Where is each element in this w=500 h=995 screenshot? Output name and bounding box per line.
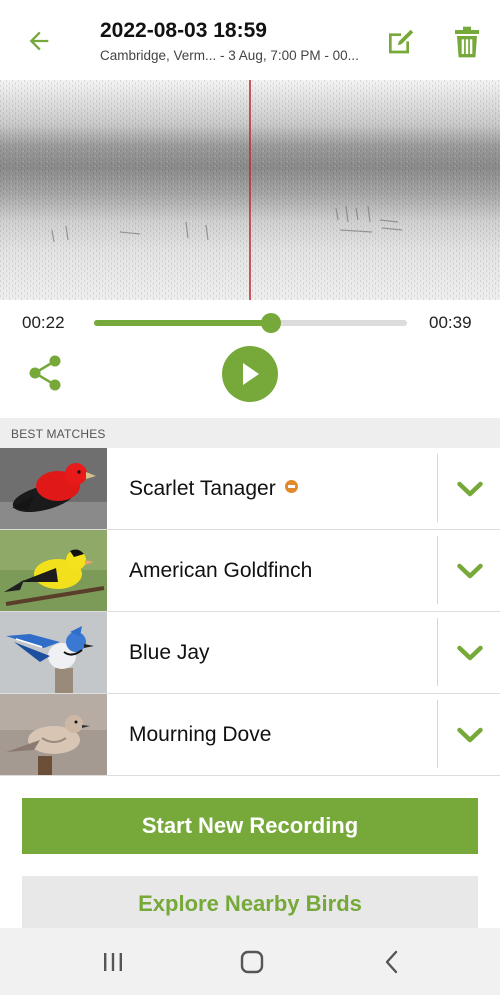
- player-controls: 00:22 00:39: [0, 300, 500, 418]
- play-icon: [243, 363, 259, 385]
- arrow-left-icon: [29, 31, 49, 51]
- edit-icon: [389, 29, 414, 54]
- home-button[interactable]: [236, 946, 268, 978]
- recents-icon: [104, 953, 122, 971]
- chevron-down-icon: [457, 727, 483, 742]
- expand-button[interactable]: [440, 612, 500, 693]
- expand-button[interactable]: [440, 448, 500, 529]
- scarlet-tanager-photo: [0, 448, 107, 529]
- match-row-scarlet-tanager[interactable]: Scarlet Tanager: [0, 448, 500, 530]
- current-time: 00:22: [22, 313, 65, 332]
- recording-title: 2022-08-03 18:59: [100, 19, 267, 42]
- expand-button[interactable]: [440, 694, 500, 775]
- trash-icon: [455, 26, 479, 58]
- match-row-mourning-dove[interactable]: Mourning Dove: [0, 694, 500, 776]
- play-button[interactable]: [222, 346, 278, 402]
- seek-bar[interactable]: [94, 313, 407, 333]
- match-name: Mourning Dove: [129, 723, 272, 746]
- american-goldfinch-photo: [0, 530, 107, 611]
- divider: [437, 700, 438, 768]
- best-matches-header: BEST MATCHES: [0, 418, 500, 448]
- match-name: Blue Jay: [129, 641, 210, 664]
- system-nav-bar: [0, 928, 500, 995]
- bird-name: Scarlet Tanager: [129, 477, 276, 500]
- match-name: Scarlet Tanager: [129, 477, 298, 501]
- system-back-button[interactable]: [376, 946, 408, 978]
- share-icon: [29, 355, 61, 391]
- back-button[interactable]: [20, 22, 58, 60]
- divider: [437, 454, 438, 522]
- app-bar: 2022-08-03 18:59 Cambridge, Verm... - 3 …: [0, 0, 500, 80]
- divider: [437, 536, 438, 604]
- match-name: American Goldfinch: [129, 559, 313, 582]
- match-row-blue-jay[interactable]: Blue Jay: [0, 612, 500, 694]
- chevron-down-icon: [457, 645, 483, 660]
- delete-button[interactable]: [447, 22, 487, 62]
- edit-button[interactable]: [381, 22, 421, 62]
- conservation-status-icon: [284, 480, 298, 493]
- total-time: 00:39: [429, 313, 472, 332]
- chevron-down-icon: [457, 563, 483, 578]
- recording-subtitle: Cambridge, Verm... - 3 Aug, 7:00 PM - 00…: [100, 48, 359, 63]
- spectrogram-image: [0, 80, 500, 300]
- divider: [437, 618, 438, 686]
- seek-bar-progress: [94, 320, 271, 326]
- seek-bar-thumb[interactable]: [260, 313, 281, 333]
- chevron-left-icon: [385, 950, 398, 974]
- expand-button[interactable]: [440, 530, 500, 611]
- matches-list: Scarlet Tanager American Goldfinch Blue …: [0, 448, 500, 776]
- explore-nearby-birds-button[interactable]: Explore Nearby Birds: [22, 876, 478, 932]
- spectrogram[interactable]: [0, 80, 500, 300]
- home-icon: [240, 950, 264, 974]
- mourning-dove-photo: [0, 694, 107, 775]
- blue-jay-photo: [0, 612, 107, 693]
- start-new-recording-button[interactable]: Start New Recording: [22, 798, 478, 854]
- share-button[interactable]: [24, 352, 66, 394]
- match-row-american-goldfinch[interactable]: American Goldfinch: [0, 530, 500, 612]
- chevron-down-icon: [457, 481, 483, 496]
- section-title: BEST MATCHES: [11, 427, 106, 441]
- recents-button[interactable]: [98, 948, 128, 976]
